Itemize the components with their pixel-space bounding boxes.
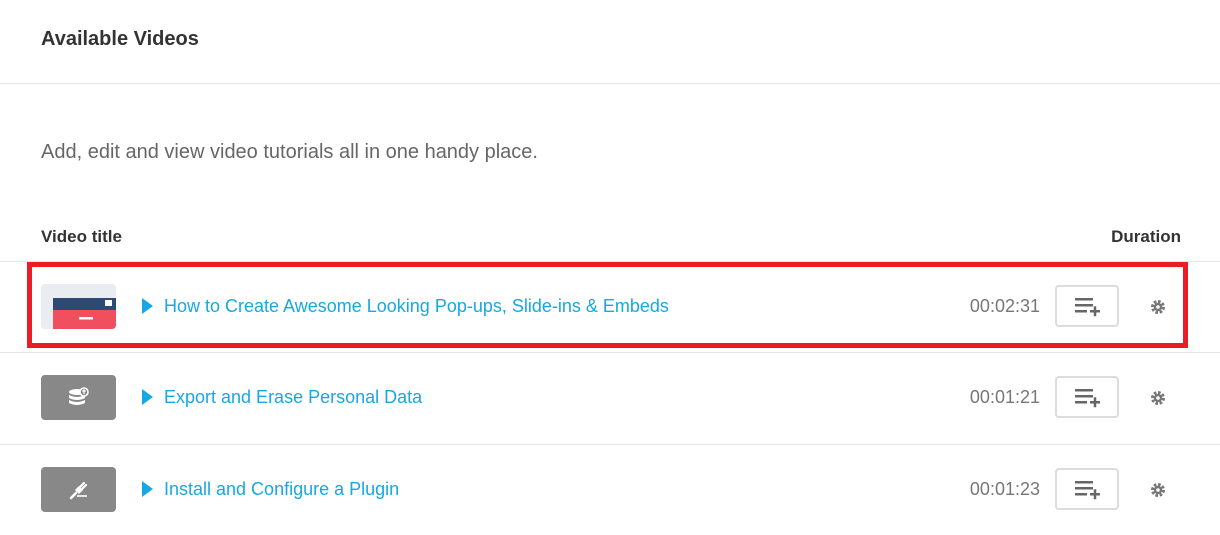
popup-preview-icon	[41, 284, 116, 329]
card-header: Available Videos	[0, 0, 1220, 84]
video-title-link[interactable]: How to Create Awesome Looking Pop-ups, S…	[164, 296, 669, 317]
database-export-icon	[41, 375, 116, 420]
play-icon[interactable]	[142, 481, 153, 497]
gear-icon[interactable]	[1148, 388, 1168, 408]
table-row: Export and Erase Personal Data 00:01:21	[0, 352, 1220, 443]
plug-icon	[41, 467, 116, 512]
page-title: Available Videos	[41, 28, 199, 50]
gear-icon[interactable]	[1148, 297, 1168, 317]
add-to-playlist-button[interactable]	[1055, 376, 1119, 418]
table-row: How to Create Awesome Looking Pop-ups, S…	[0, 261, 1220, 352]
video-duration: 00:02:31	[969, 296, 1040, 316]
playlist-add-icon	[1075, 389, 1100, 408]
column-header-title: Video title	[41, 227, 122, 246]
video-duration: 00:01:23	[969, 479, 1040, 499]
play-icon[interactable]	[142, 298, 153, 314]
playlist-add-icon	[1075, 481, 1100, 500]
gear-icon[interactable]	[1148, 480, 1168, 500]
column-header-duration: Duration	[1111, 227, 1181, 246]
add-to-playlist-button[interactable]	[1055, 285, 1119, 327]
play-icon[interactable]	[142, 389, 153, 405]
add-to-playlist-button[interactable]	[1055, 468, 1119, 510]
table-row: Install and Configure a Plugin 00:01:23	[0, 444, 1220, 535]
video-title-link[interactable]: Export and Erase Personal Data	[164, 387, 422, 408]
page-description: Add, edit and view video tutorials all i…	[41, 141, 538, 163]
video-duration: 00:01:21	[969, 387, 1040, 407]
video-title-link[interactable]: Install and Configure a Plugin	[164, 479, 399, 500]
playlist-add-icon	[1075, 298, 1100, 317]
